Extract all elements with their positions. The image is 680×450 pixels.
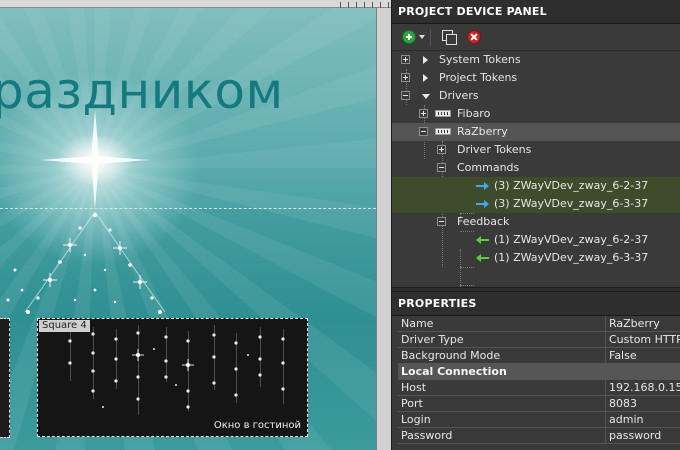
tree-item-command[interactable]: (3) ZWayVDev_zway_6-3-37 — [392, 195, 680, 213]
feedback-arrow-icon — [476, 254, 489, 262]
properties-grid: Name RaZberry Driver Type Custom HTTP ( … — [398, 316, 680, 444]
property-key: Login — [401, 413, 431, 426]
property-value[interactable]: False — [609, 348, 680, 363]
feedback-arrow-icon — [476, 236, 489, 244]
command-arrow-icon — [476, 182, 489, 190]
property-row-host[interactable]: Host 192.168.0.15 — [398, 380, 680, 396]
canvas-scrollbar[interactable] — [376, 8, 391, 450]
expand-toggle[interactable] — [401, 55, 410, 64]
tree-item-project-tokens[interactable]: Project Tokens — [392, 69, 680, 87]
property-key: Name — [401, 317, 434, 330]
tree-label: Driver Tokens — [457, 143, 532, 156]
tree-label: RaZberry — [457, 125, 508, 138]
plus-circle-icon[interactable] — [402, 30, 416, 44]
tree-item-fibaro[interactable]: Fibaro — [392, 105, 680, 123]
tree-item-commands[interactable]: Commands — [392, 159, 680, 177]
tree-label: Project Tokens — [439, 71, 518, 84]
property-row-port[interactable]: Port 8083 — [398, 396, 680, 412]
tree-connector — [460, 267, 474, 268]
design-canvas[interactable]: раздником Square 4 Окно в гостиной — [0, 0, 391, 450]
property-row-name[interactable]: Name RaZberry — [398, 316, 680, 332]
device-icon — [435, 128, 451, 135]
tree-item-system-tokens[interactable]: System Tokens — [392, 51, 680, 69]
greeting-title-text[interactable]: раздником — [0, 62, 284, 120]
collapse-toggle[interactable] — [401, 91, 410, 100]
command-arrow-icon — [476, 200, 489, 208]
square-name-tag: Square 4 — [39, 320, 90, 332]
property-value[interactable]: 192.168.0.15 — [609, 380, 680, 395]
collapse-toggle[interactable] — [419, 127, 428, 136]
expand-toggle[interactable] — [437, 145, 446, 154]
tree-label: Drivers — [439, 89, 479, 102]
tree-item-feedback[interactable]: Feedback — [392, 213, 680, 231]
property-value[interactable]: 8083 — [609, 396, 680, 411]
tree-label: Fibaro — [457, 107, 491, 120]
property-value[interactable]: RaZberry — [609, 316, 680, 331]
caret-right-icon — [423, 74, 428, 82]
expand-toggle[interactable] — [419, 109, 428, 118]
square-caption: Окно в гостиной — [213, 420, 301, 431]
tree-item-driver-tokens[interactable]: Driver Tokens — [392, 141, 680, 159]
chevron-down-icon[interactable] — [419, 35, 425, 39]
property-key: Password — [401, 429, 453, 442]
tree-connector — [460, 285, 474, 286]
property-value[interactable]: password — [609, 428, 680, 443]
tree-label: Commands — [457, 161, 520, 174]
tree-label: System Tokens — [439, 53, 521, 66]
device-panel-toolbar — [392, 24, 680, 51]
close-circle-icon[interactable] — [467, 30, 481, 44]
tree-item-drivers[interactable]: Drivers — [392, 87, 680, 105]
caret-down-icon — [422, 94, 430, 99]
property-row-password[interactable]: Password password — [398, 428, 680, 444]
device-icon — [435, 110, 451, 117]
properties-panel: PROPERTIES Name RaZberry Driver Type Cus… — [392, 292, 680, 444]
tree-item-feedback-entry[interactable]: (1) ZWayVDev_zway_6-2-37 — [392, 231, 680, 249]
property-row-background-mode[interactable]: Background Mode False — [398, 348, 680, 364]
duplicate-icon[interactable] — [442, 30, 457, 45]
tree-label: (1) ZWayVDev_zway_6-3-37 — [494, 251, 649, 264]
tree-item-command[interactable]: (3) ZWayVDev_zway_6-2-37 — [392, 177, 680, 195]
property-key: Host — [401, 381, 427, 394]
section-label: Local Connection — [401, 365, 507, 378]
project-device-panel-title: PROJECT DEVICE PANEL — [392, 0, 680, 24]
collapse-toggle[interactable] — [437, 163, 446, 172]
side-panels: PROJECT DEVICE PANEL System Tokens Proje… — [391, 0, 680, 450]
property-row-login[interactable]: Login admin — [398, 412, 680, 428]
tree-label: (1) ZWayVDev_zway_6-2-37 — [494, 233, 649, 246]
properties-title: PROPERTIES — [392, 292, 680, 316]
property-key: Background Mode — [401, 349, 501, 362]
app-window: раздником Square 4 Окно в гостиной PROJE… — [0, 0, 680, 450]
property-value[interactable]: Custom HTTP ( — [609, 332, 680, 347]
device-tree: System Tokens Project Tokens Drivers Fib… — [392, 51, 680, 287]
toolbar-divider — [430, 29, 431, 46]
partial-widget[interactable] — [0, 318, 10, 438]
property-section-local-connection[interactable]: Local Connection — [398, 364, 680, 380]
tree-label: (3) ZWayVDev_zway_6-3-37 — [494, 197, 649, 210]
caret-right-icon — [423, 56, 428, 64]
tree-item-feedback-entry[interactable]: (1) ZWayVDev_zway_6-3-37 — [392, 249, 680, 267]
tree-label: (3) ZWayVDev_zway_6-2-37 — [494, 179, 649, 192]
expand-toggle[interactable] — [401, 73, 410, 82]
tree-label: Feedback — [457, 215, 510, 228]
property-key: Port — [401, 397, 423, 410]
square-4-widget[interactable]: Square 4 Окно в гостиной — [37, 318, 308, 437]
property-row-driver-type[interactable]: Driver Type Custom HTTP ( — [398, 332, 680, 348]
selection-guide — [0, 208, 376, 209]
property-key: Driver Type — [401, 333, 464, 346]
collapse-toggle[interactable] — [437, 217, 446, 226]
tree-item-razberry[interactable]: RaZberry — [392, 123, 680, 141]
property-value[interactable]: admin — [609, 412, 680, 427]
